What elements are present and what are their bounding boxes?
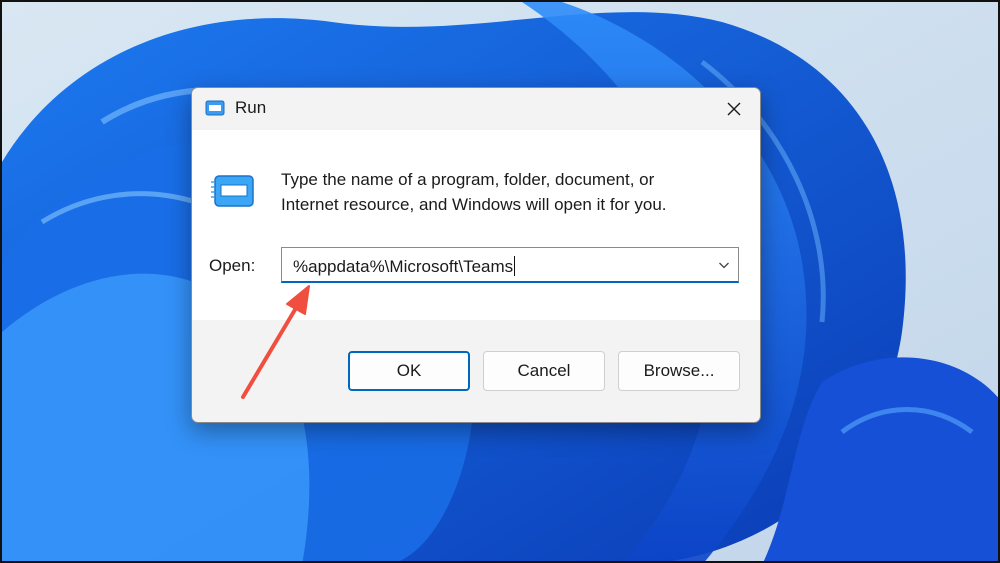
title-bar[interactable]: Run	[192, 88, 760, 130]
chevron-down-icon[interactable]	[718, 259, 730, 271]
description-line-1: Type the name of a program, folder, docu…	[281, 170, 655, 189]
run-app-icon	[205, 100, 225, 116]
close-icon	[727, 102, 741, 116]
close-button[interactable]	[714, 92, 754, 126]
dialog-description: Type the name of a program, folder, docu…	[281, 167, 731, 217]
open-label: Open:	[209, 256, 256, 275]
cancel-button[interactable]: Cancel	[483, 351, 605, 391]
open-combobox[interactable]: %appdata%\Microsoft\Teams	[281, 247, 739, 283]
open-input[interactable]: %appdata%\Microsoft\Teams	[293, 256, 516, 277]
open-input-value: %appdata%\Microsoft\Teams	[293, 257, 514, 276]
run-dialog: Run Type the name of a program, folder, …	[191, 87, 761, 423]
browse-button[interactable]: Browse...	[618, 351, 740, 391]
run-app-icon	[211, 175, 254, 207]
screenshot-frame: Run Type the name of a program, folder, …	[0, 0, 1000, 563]
dialog-title: Run	[235, 98, 267, 117]
ok-button[interactable]: OK	[348, 351, 470, 391]
description-line-2: Internet resource, and Windows will open…	[281, 195, 667, 214]
dialog-content: Type the name of a program, folder, docu…	[192, 130, 760, 320]
text-caret	[514, 256, 516, 276]
